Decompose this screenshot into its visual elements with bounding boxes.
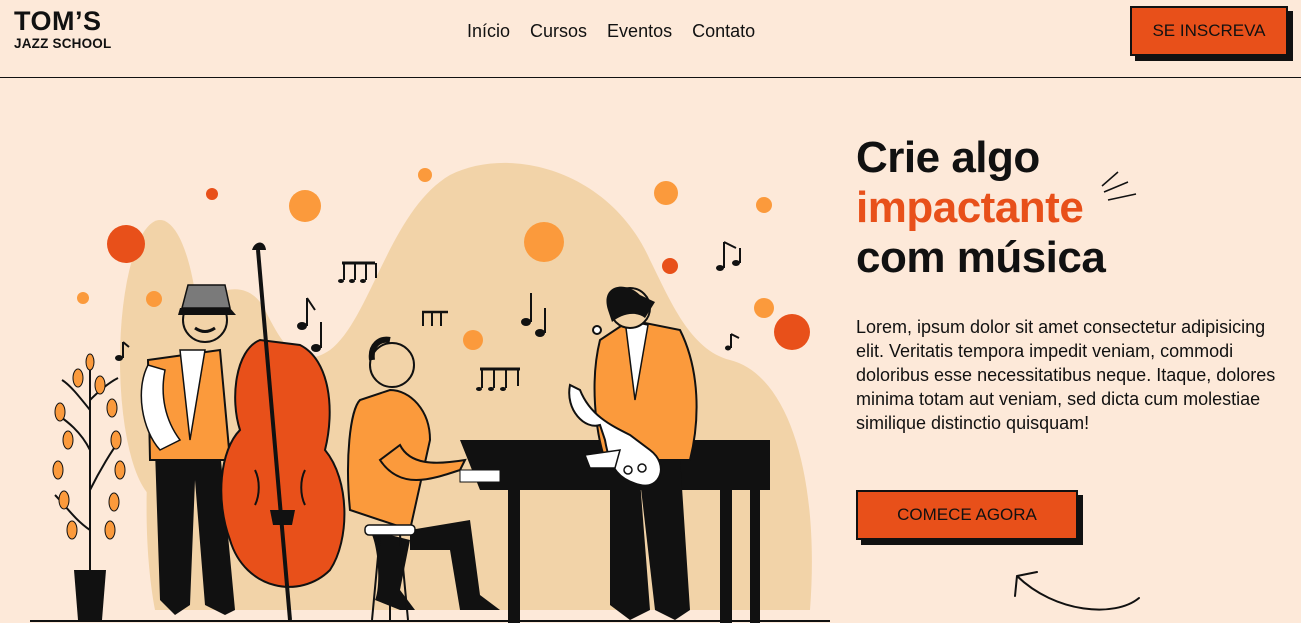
main-nav: Início Cursos Eventos Contato xyxy=(467,21,755,42)
plant-illustration xyxy=(52,353,126,620)
signup-button[interactable]: SE INSCREVA xyxy=(1130,6,1288,56)
decor-circle xyxy=(107,225,145,263)
nav-link-contato[interactable]: Contato xyxy=(692,21,755,42)
hero-description: Lorem, ipsum dolor sit amet consectetur … xyxy=(856,317,1276,433)
nav-link-cursos[interactable]: Cursos xyxy=(530,21,587,42)
decor-circle xyxy=(206,188,218,200)
decor-circle xyxy=(774,314,810,350)
nav-link-inicio[interactable]: Início xyxy=(467,21,510,42)
logo-name: TOM’S xyxy=(14,6,102,36)
logo[interactable]: TOM’S JAZZ SCHOOL xyxy=(14,8,111,51)
site-header: TOM’S JAZZ SCHOOL Início Cursos Eventos … xyxy=(0,0,1301,78)
decor-circle xyxy=(754,298,774,318)
jazz-band-illustration xyxy=(30,162,830,623)
logo-subtitle: JAZZ SCHOOL xyxy=(14,36,112,51)
curved-arrow-icon xyxy=(1014,571,1140,611)
hero-title: Crie algo impactante com música xyxy=(856,133,1106,283)
decor-circle xyxy=(463,330,483,350)
hero-title-line1: Crie algo xyxy=(856,133,1040,182)
decor-circle xyxy=(289,190,321,222)
decor-circle xyxy=(662,258,678,274)
hero-title-accent: impactante xyxy=(856,183,1084,232)
decor-circle xyxy=(146,291,162,307)
decor-circle xyxy=(418,168,432,182)
decor-circle xyxy=(77,292,89,304)
decor-circle xyxy=(524,222,564,262)
decor-circle xyxy=(756,197,772,213)
decor-circle xyxy=(654,181,678,205)
nav-link-eventos[interactable]: Eventos xyxy=(607,21,672,42)
get-started-button[interactable]: COMECE AGORA xyxy=(856,490,1078,540)
hero-title-line3: com música xyxy=(856,233,1106,282)
sparkle-icon xyxy=(1101,171,1137,201)
